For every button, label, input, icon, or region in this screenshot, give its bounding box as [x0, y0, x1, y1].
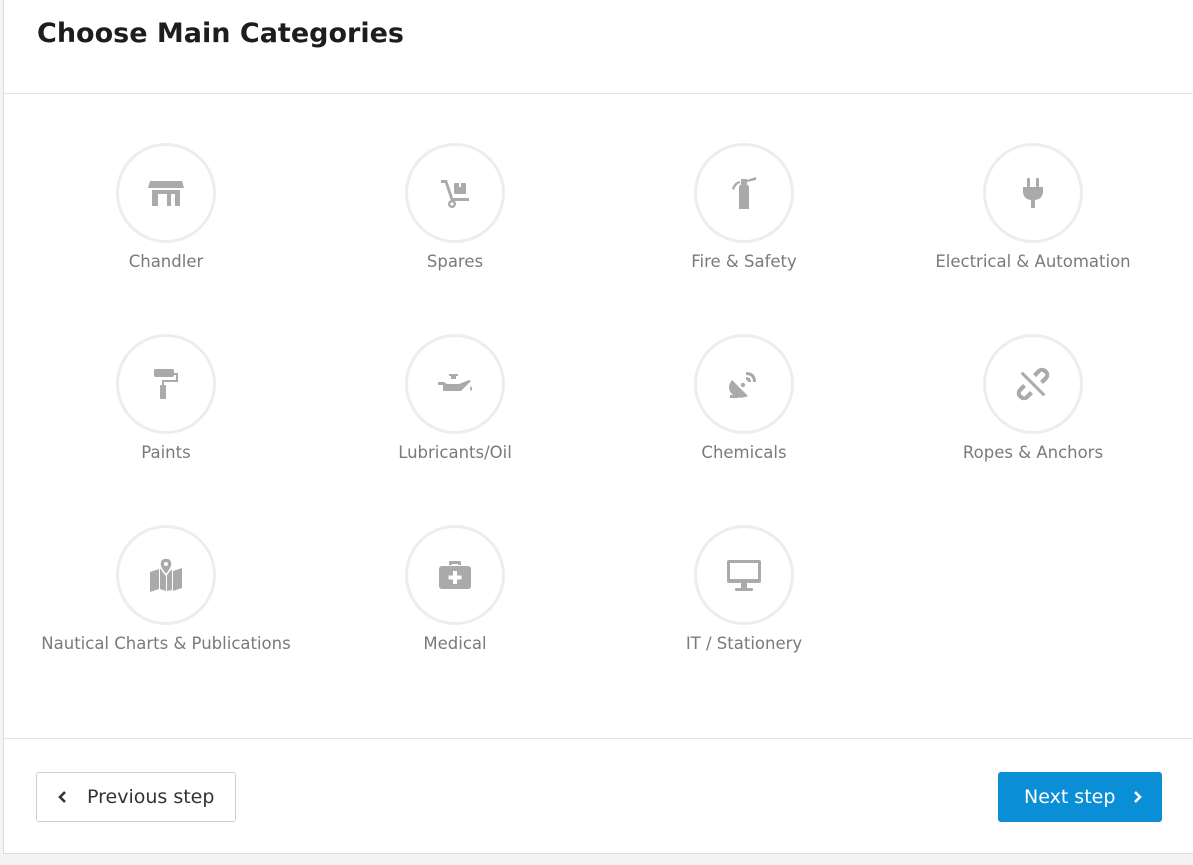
category-icon-circle: [116, 525, 216, 625]
category-label: Paints: [141, 443, 191, 462]
category-medical[interactable]: Medical: [305, 525, 605, 665]
category-nautical-charts[interactable]: Nautical Charts & Publications: [16, 525, 316, 665]
category-label: Chandler: [128, 252, 204, 271]
category-ropes-anchors[interactable]: Ropes & Anchors: [883, 334, 1183, 474]
category-label: Lubricants/Oil: [398, 443, 512, 462]
page-title: Choose Main Categories: [37, 18, 404, 49]
category-lubricants-oil[interactable]: Lubricants/Oil: [305, 334, 605, 474]
category-label: IT / Stationery: [685, 634, 803, 653]
next-step-label: Next step: [1024, 786, 1116, 808]
category-grid: Chandler Spares Fire & Safety Electrical…: [4, 94, 1193, 738]
category-it-stationery[interactable]: IT / Stationery: [594, 525, 894, 665]
wizard-card: Choose Main Categories Chandler Spares F…: [3, 0, 1193, 854]
previous-step-button[interactable]: Previous step: [36, 772, 236, 822]
medkit-icon: [439, 561, 471, 589]
category-chandler[interactable]: Chandler: [16, 143, 316, 283]
category-chemicals[interactable]: Chemicals: [594, 334, 894, 474]
category-label: Ropes & Anchors: [962, 443, 1104, 462]
category-label: Spares: [426, 252, 484, 271]
chevron-right-icon: [1134, 791, 1143, 803]
category-icon-circle: [983, 334, 1083, 434]
unlink-icon: [1016, 367, 1050, 401]
category-label: Medical: [423, 634, 487, 653]
category-icon-circle: [405, 143, 505, 243]
satellite-dish-icon: [729, 372, 756, 398]
chevron-left-icon: [58, 791, 66, 803]
category-label: Electrical & Automation: [935, 252, 1131, 271]
next-step-button[interactable]: Next step: [998, 772, 1162, 822]
category-spares[interactable]: Spares: [305, 143, 605, 283]
desktop-icon: [727, 560, 761, 591]
category-icon-circle: [405, 334, 505, 434]
category-label: Nautical Charts & Publications: [41, 634, 291, 653]
category-icon-circle: [116, 143, 216, 243]
dolly-icon: [441, 180, 469, 208]
wizard-footer: Previous step Next step: [4, 738, 1193, 854]
category-icon-circle: [405, 525, 505, 625]
oil-can-icon: [438, 374, 472, 391]
category-paints[interactable]: Paints: [16, 334, 316, 474]
category-icon-circle: [694, 334, 794, 434]
category-icon-circle: [694, 143, 794, 243]
fire-extinguisher-icon: [732, 177, 756, 209]
category-label: Chemicals: [701, 443, 787, 462]
paint-roller-icon: [154, 369, 178, 399]
category-icon-circle: [983, 143, 1083, 243]
category-icon-circle: [116, 334, 216, 434]
previous-step-label: Previous step: [87, 786, 215, 808]
store-icon: [148, 181, 184, 206]
card-header: Choose Main Categories: [4, 0, 1193, 94]
map-marked-icon: [150, 557, 182, 592]
plug-icon: [1023, 178, 1043, 208]
category-icon-circle: [694, 525, 794, 625]
category-label: Fire & Safety: [691, 252, 797, 271]
category-electrical-automation[interactable]: Electrical & Automation: [883, 143, 1183, 283]
category-fire-safety[interactable]: Fire & Safety: [594, 143, 894, 283]
